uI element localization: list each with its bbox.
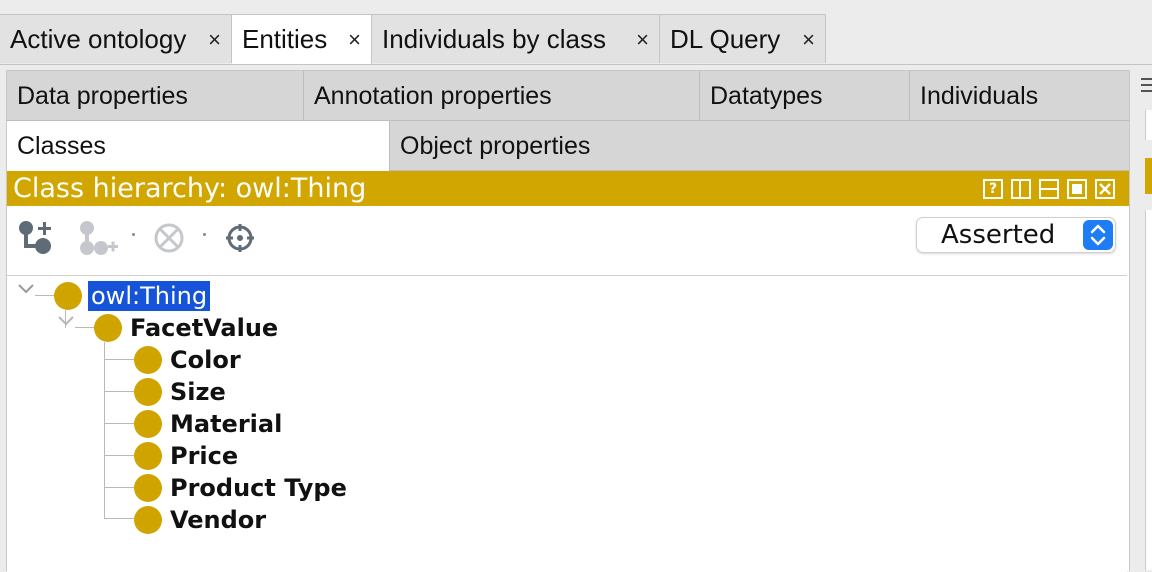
- tree-connector: [104, 359, 134, 360]
- entities-panel: Data properties Annotation properties Da…: [6, 70, 1130, 572]
- tree-connector: [104, 342, 105, 518]
- tree-node-vendor[interactable]: Vendor: [134, 504, 266, 536]
- split-icon[interactable]: [1011, 179, 1031, 199]
- class-icon: [134, 442, 162, 470]
- tree-connector: [104, 391, 134, 392]
- class-icon: [134, 474, 162, 502]
- class-icon: [54, 282, 82, 310]
- toolbar-separator: [132, 233, 135, 236]
- select-value: Asserted: [941, 220, 1056, 250]
- tree-node-material[interactable]: Material: [134, 408, 282, 440]
- tab-label: Individuals: [920, 82, 1039, 110]
- tree-node-size[interactable]: Size: [134, 376, 226, 408]
- tree-node-root[interactable]: owl:Thing: [54, 280, 211, 312]
- hierarchy-mode-select[interactable]: Asserted: [916, 217, 1116, 253]
- tab-label: Individuals by class: [382, 24, 606, 54]
- tab-active-ontology[interactable]: Active ontology ×: [0, 14, 232, 63]
- class-hierarchy-tree: owl:Thing FacetValue Color Size Material…: [7, 275, 1127, 572]
- tree-connector: [75, 327, 95, 328]
- close-view-icon[interactable]: [1095, 179, 1115, 199]
- minimize-icon[interactable]: [1039, 179, 1059, 199]
- target-icon[interactable]: [225, 223, 255, 258]
- tree-node-label: Product Type: [170, 474, 347, 502]
- class-icon: [134, 410, 162, 438]
- tree-connector: [35, 295, 55, 296]
- adjacent-panel-edge: [1133, 70, 1152, 570]
- menu-icon[interactable]: [1141, 78, 1152, 96]
- close-icon[interactable]: ×: [636, 15, 649, 65]
- tab-label: Data properties: [17, 82, 188, 110]
- close-icon[interactable]: ×: [802, 15, 815, 65]
- adjacent-panel-background: [1145, 210, 1152, 570]
- class-icon: [134, 378, 162, 406]
- tab-annotation-properties[interactable]: Annotation properties: [304, 71, 700, 121]
- tree-node-facetvalue[interactable]: FacetValue: [94, 312, 278, 344]
- tree-node-label: owl:Thing: [88, 281, 211, 311]
- tree-node-price[interactable]: Price: [134, 440, 238, 472]
- class-icon: [134, 506, 162, 534]
- close-icon[interactable]: ×: [348, 15, 361, 65]
- view-header: Class hierarchy: owl:Thing ?: [7, 171, 1129, 206]
- tab-dl-query[interactable]: DL Query ×: [660, 14, 826, 63]
- tree-node-label: FacetValue: [130, 314, 279, 342]
- tab-label: Annotation properties: [314, 82, 552, 110]
- tab-label: Object properties: [400, 132, 591, 160]
- adjacent-view-header: [1145, 158, 1152, 194]
- chevron-down-icon[interactable]: [57, 314, 75, 333]
- class-icon: [94, 314, 122, 342]
- help-icon[interactable]: ?: [983, 179, 1003, 199]
- tab-data-properties[interactable]: Data properties: [7, 71, 304, 121]
- tab-individuals-by-class[interactable]: Individuals by class ×: [372, 14, 660, 63]
- tab-label: Datatypes: [710, 82, 823, 110]
- delete-class-icon[interactable]: [152, 221, 186, 260]
- tree-node-label: Material: [170, 410, 283, 438]
- tree-node-label: Price: [170, 442, 239, 470]
- tree-connector: [104, 423, 134, 424]
- toolbar-separator: [203, 233, 206, 236]
- close-icon[interactable]: ×: [208, 15, 221, 65]
- workspace-tab-bar: Active ontology × Entities × Individuals…: [0, 14, 1152, 65]
- tab-object-properties[interactable]: Object properties: [390, 121, 1129, 171]
- tab-entities[interactable]: Entities ×: [232, 14, 372, 64]
- tree-node-product-type[interactable]: Product Type: [134, 472, 347, 504]
- tab-classes[interactable]: Classes: [7, 121, 390, 171]
- add-sibling-icon[interactable]: [77, 219, 119, 262]
- tree-connector: [104, 518, 134, 519]
- chevron-down-icon[interactable]: [17, 282, 35, 301]
- view-title: Class hierarchy: owl:Thing: [13, 173, 367, 204]
- tree-node-label: Size: [170, 378, 226, 406]
- tab-label: Entities: [242, 24, 328, 54]
- chevron-updown-icon: [1083, 220, 1113, 250]
- tab-label: DL Query: [670, 24, 781, 54]
- tree-connector: [104, 487, 134, 488]
- add-subclass-icon[interactable]: [17, 219, 55, 262]
- tree-connector: [104, 455, 134, 456]
- adjacent-panel-background: [1145, 110, 1152, 140]
- tab-label: Classes: [17, 132, 106, 160]
- tab-datatypes[interactable]: Datatypes: [700, 71, 910, 121]
- tree-node-label: Vendor: [170, 506, 267, 534]
- class-icon: [134, 346, 162, 374]
- tree-node-label: Color: [170, 346, 241, 374]
- tab-label: Active ontology: [10, 24, 187, 54]
- maximize-icon[interactable]: [1067, 179, 1087, 199]
- tree-node-color[interactable]: Color: [134, 344, 241, 376]
- tab-individuals[interactable]: Individuals: [910, 71, 1129, 121]
